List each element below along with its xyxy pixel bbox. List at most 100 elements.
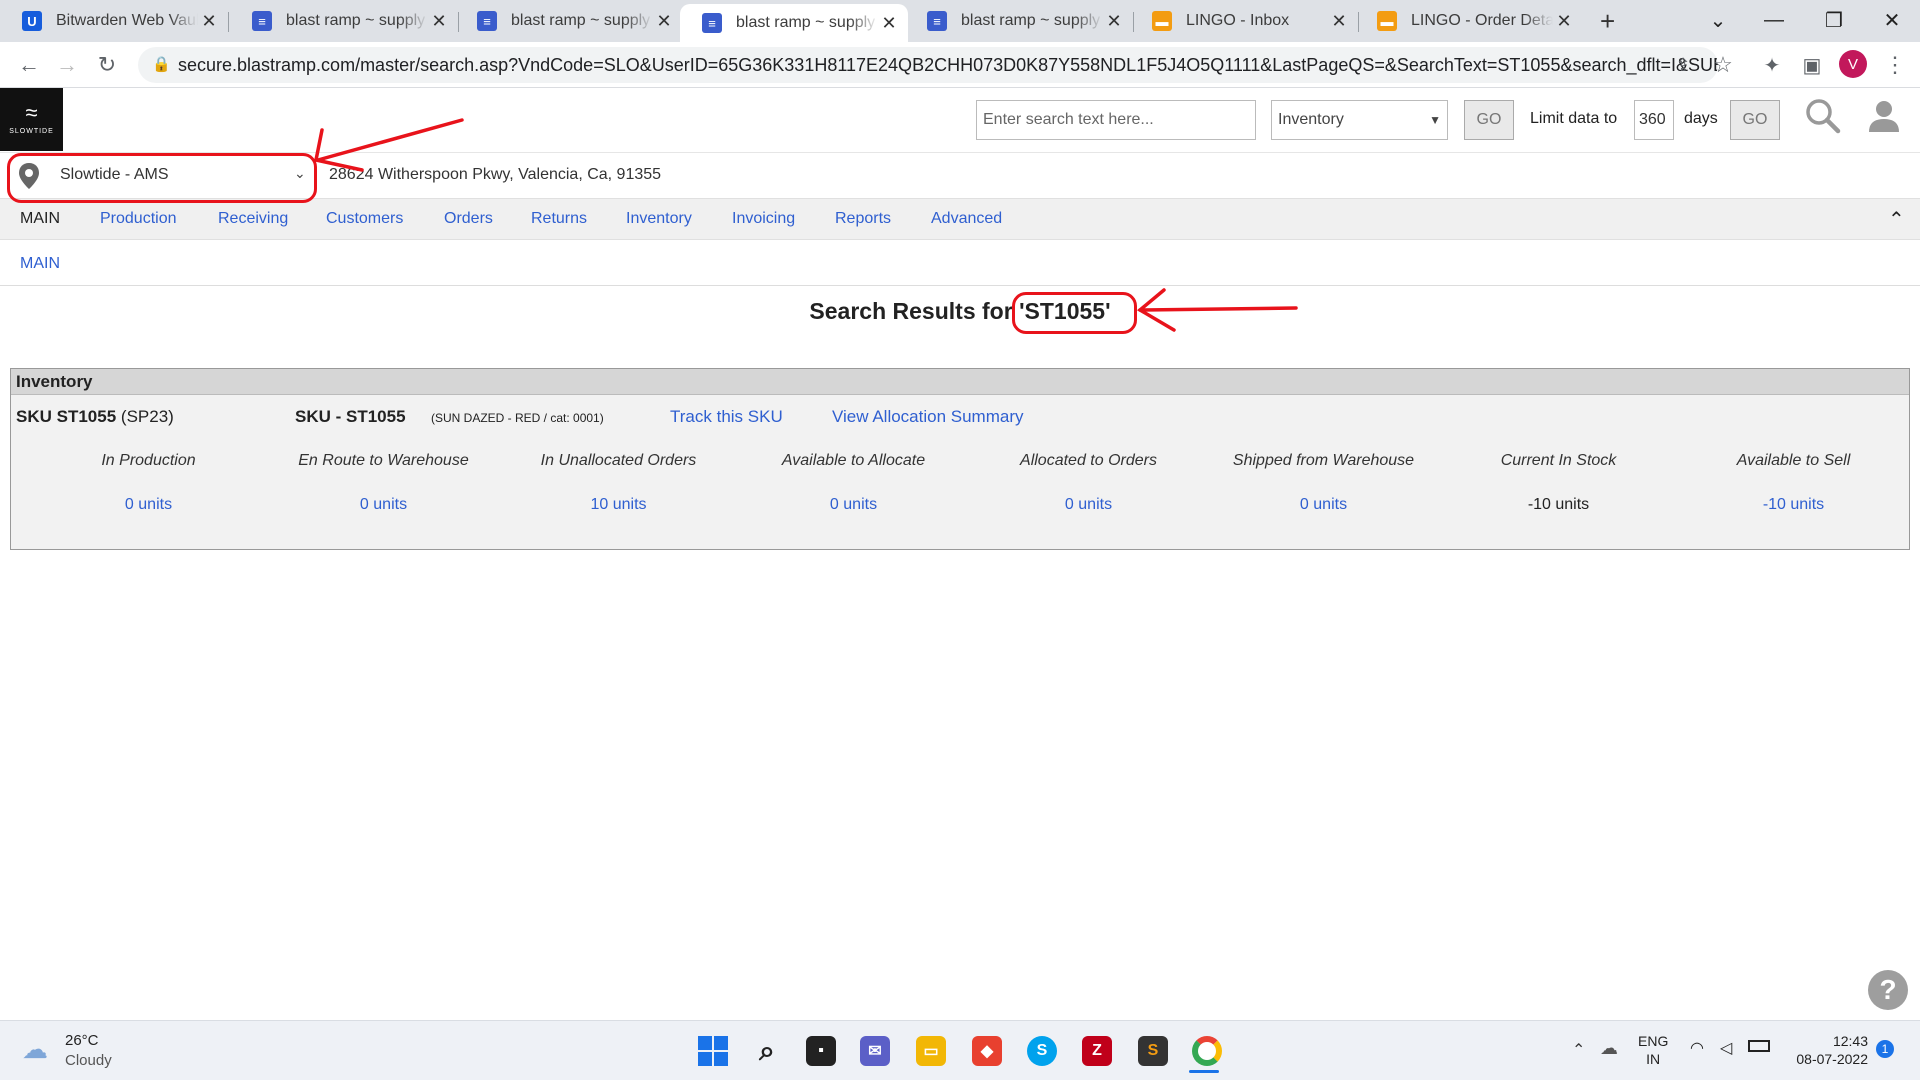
tab-separator	[228, 12, 229, 32]
active-app-indicator	[1189, 1070, 1219, 1073]
browser-tab[interactable]: ▬ LINGO - Order Detail ✕	[1355, 0, 1583, 42]
minimize-icon[interactable]: —	[1746, 0, 1802, 40]
windows-start-icon[interactable]	[698, 1036, 728, 1071]
skype-icon[interactable]: S	[1027, 1036, 1057, 1066]
limit-go-button[interactable]: GO	[1730, 100, 1780, 140]
browser-tab[interactable]: U Bitwarden Web Vault ✕	[0, 0, 228, 42]
menu-item-advanced[interactable]: Advanced	[931, 210, 1002, 228]
stat-value[interactable]: 0 units	[971, 496, 1206, 514]
browser-tab[interactable]: ≡ blast ramp ~ supply chain✕	[455, 0, 683, 42]
weather-temp[interactable]: 26°C	[65, 1032, 99, 1049]
annotation-query-highlight	[1012, 292, 1137, 334]
sku-season: (SP23)	[120, 407, 174, 426]
close-tab-icon[interactable]: ✕	[1553, 11, 1575, 32]
menu-item-orders[interactable]: Orders	[444, 210, 493, 228]
browser-tab[interactable]: ≡ blast ramp ~ supply chain✕	[230, 0, 458, 42]
browser-toolbar: ← → ↻ 🔒 secure.blastramp.com/master/sear…	[0, 42, 1920, 88]
teams-chat-icon[interactable]: ✉	[860, 1036, 890, 1066]
stat-column: In Unallocated Orders 10 units	[501, 452, 736, 514]
taskbar-search-icon[interactable]: ⌕	[752, 1035, 782, 1066]
menu-item-customers[interactable]: Customers	[326, 210, 403, 228]
sku-label: SKU ST1055 (SP23)	[16, 407, 174, 427]
git-icon[interactable]: ◆	[972, 1036, 1002, 1066]
breadcrumb-main[interactable]: MAIN	[20, 255, 60, 273]
close-window-icon[interactable]: ✕	[1864, 0, 1920, 40]
back-icon[interactable]: ←	[14, 50, 44, 80]
volume-icon[interactable]: ◁	[1720, 1038, 1732, 1058]
annotation-location-highlight	[7, 153, 317, 203]
search-input[interactable]: Enter search text here...	[976, 100, 1256, 140]
stat-column: Available to Sell -10 units	[1676, 452, 1911, 514]
sku-code: SKU ST1055	[16, 407, 117, 426]
help-icon[interactable]: ?	[1868, 970, 1908, 1010]
extensions-icon[interactable]: ✦	[1757, 50, 1787, 80]
bookmark-star-icon[interactable]: ☆	[1708, 50, 1738, 80]
notification-badge[interactable]: 1	[1876, 1040, 1894, 1058]
restore-icon[interactable]: ❐	[1806, 0, 1862, 40]
limit-days-input[interactable]: 360	[1634, 100, 1674, 140]
slowtide-logo[interactable]: ≈ SLOWTIDE	[0, 88, 63, 151]
track-sku-link[interactable]: Track this SKU	[670, 407, 783, 427]
chevron-up-icon[interactable]: ⌃	[1572, 1040, 1585, 1060]
stat-value[interactable]: 0 units	[736, 496, 971, 514]
address-bar[interactable]: 🔒 secure.blastramp.com/master/search.asp…	[138, 47, 1718, 83]
menu-item-reports[interactable]: Reports	[835, 210, 891, 228]
stat-label: In Production	[101, 452, 196, 469]
document-icon: ≡	[927, 11, 947, 31]
profile-avatar[interactable]: V	[1839, 50, 1867, 78]
sublime-text-icon[interactable]: S	[1138, 1036, 1168, 1066]
logo-text: SLOWTIDE	[9, 128, 54, 135]
forward-icon[interactable]: →	[52, 50, 82, 80]
close-tab-icon[interactable]: ✕	[653, 11, 675, 32]
search-icon[interactable]	[1805, 98, 1841, 139]
browser-tab[interactable]: ▬ LINGO - Inbox ✕	[1130, 0, 1358, 42]
menu-kebab-icon[interactable]: ⋮	[1880, 50, 1910, 80]
task-view-icon[interactable]: ▪	[806, 1036, 836, 1066]
document-icon: ≡	[252, 11, 272, 31]
search-go-button[interactable]: GO	[1464, 100, 1514, 140]
close-tab-icon[interactable]: ✕	[428, 11, 450, 32]
stat-label: Shipped from Warehouse	[1232, 452, 1415, 469]
file-explorer-icon[interactable]: ▭	[916, 1036, 946, 1066]
browser-tab[interactable]: ≡ blast ramp ~ supply chain✕	[905, 0, 1133, 42]
menu-item-production[interactable]: Production	[100, 210, 177, 228]
tab-search-icon[interactable]: ⌄	[1690, 0, 1746, 40]
clock-time: 12:43	[1832, 1033, 1868, 1049]
chrome-icon[interactable]	[1192, 1036, 1222, 1066]
menu-item-invoicing[interactable]: Invoicing	[732, 210, 795, 228]
close-tab-icon[interactable]: ✕	[198, 11, 220, 32]
url-text[interactable]: secure.blastramp.com/master/search.asp?V…	[178, 55, 1718, 76]
menu-item-inventory[interactable]: Inventory	[626, 210, 692, 228]
share-icon[interactable]: ⇪	[1668, 50, 1698, 80]
filezilla-icon[interactable]: Z	[1082, 1036, 1112, 1066]
tab-title: blast ramp ~ supply chain	[286, 12, 428, 29]
stat-value[interactable]: 10 units	[501, 496, 736, 514]
stat-column: En Route to Warehouse 0 units	[266, 452, 501, 514]
user-icon[interactable]	[1866, 98, 1902, 139]
battery-icon[interactable]	[1748, 1040, 1770, 1052]
language-indicator[interactable]: ENG IN	[1638, 1032, 1668, 1068]
stat-value[interactable]: 0 units	[31, 496, 266, 514]
reload-icon[interactable]: ↻	[92, 50, 122, 80]
stat-column: Current In Stock -10 units	[1441, 452, 1676, 514]
wifi-icon[interactable]: ◠	[1690, 1038, 1704, 1058]
new-tab-button[interactable]: +	[1600, 6, 1615, 37]
menu-item-main[interactable]: MAIN	[20, 210, 60, 228]
search-type-select[interactable]: Inventory ▼	[1271, 100, 1448, 140]
close-tab-icon[interactable]: ✕	[1328, 11, 1350, 32]
browser-tab[interactable]: ≡ blast ramp ~ supply chain✕	[680, 4, 908, 42]
days-label: days	[1684, 110, 1718, 127]
close-tab-icon[interactable]: ✕	[1103, 11, 1125, 32]
clock[interactable]: 12:43 08-07-2022	[1786, 1032, 1868, 1068]
view-allocation-summary-link[interactable]: View Allocation Summary	[832, 407, 1024, 427]
menu-item-returns[interactable]: Returns	[531, 210, 587, 228]
close-tab-icon[interactable]: ✕	[878, 13, 900, 34]
stat-value[interactable]: 0 units	[266, 496, 501, 514]
lang-top: ENG	[1638, 1033, 1669, 1049]
menu-item-receiving[interactable]: Receiving	[218, 210, 288, 228]
side-panel-icon[interactable]: ▣	[1797, 50, 1827, 80]
stat-value[interactable]: -10 units	[1676, 496, 1911, 514]
stat-value[interactable]: 0 units	[1206, 496, 1441, 514]
onedrive-icon[interactable]: ☁	[1600, 1038, 1618, 1059]
collapse-chevron-icon[interactable]: ⌃	[1888, 207, 1905, 232]
